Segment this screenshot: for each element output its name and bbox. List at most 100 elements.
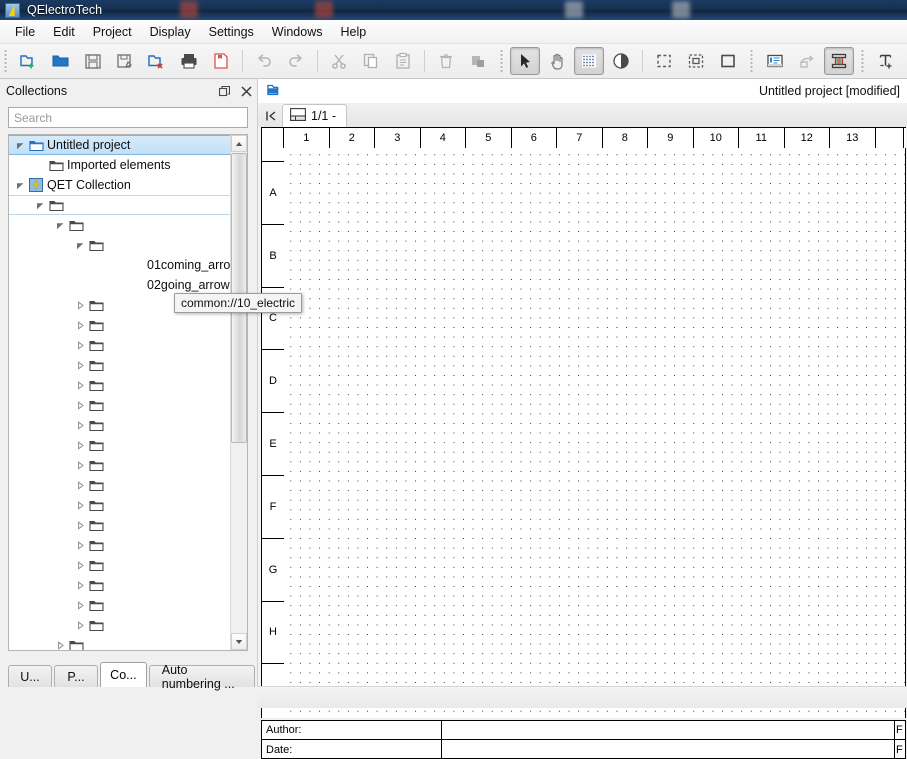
rotate-texts-button[interactable]	[792, 47, 822, 75]
tab-collections[interactable]: Co...	[100, 662, 147, 687]
save-as-button[interactable]	[110, 47, 140, 75]
chevron-right-icon[interactable]	[73, 495, 87, 515]
chevron-right-icon[interactable]	[73, 315, 87, 335]
tree-item[interactable]	[9, 235, 230, 255]
add-text-button[interactable]	[871, 47, 901, 75]
select-tool-button[interactable]	[510, 47, 540, 75]
export-pdf-button[interactable]	[206, 47, 236, 75]
chevron-right-icon[interactable]	[73, 555, 87, 575]
chevron-right-icon[interactable]	[73, 395, 87, 415]
tree-item[interactable]	[9, 335, 230, 355]
tree-item[interactable]: Imported elements	[9, 155, 230, 175]
tree-item[interactable]: 01coming_arrow.elmt	[9, 255, 230, 275]
select-none-button[interactable]	[713, 47, 743, 75]
chevron-right-icon[interactable]	[73, 575, 87, 595]
chevron-down-icon[interactable]	[73, 235, 87, 255]
chevron-right-icon[interactable]	[73, 535, 87, 555]
title-block[interactable]: Author: Date: F F	[261, 720, 906, 759]
chevron-right-icon[interactable]	[73, 335, 87, 355]
toolbar-grip[interactable]	[749, 48, 756, 74]
tree-item[interactable]	[9, 395, 230, 415]
tree-item[interactable]	[9, 495, 230, 515]
select-invert-button[interactable]	[681, 47, 711, 75]
tree-item[interactable]	[9, 555, 230, 575]
menu-display[interactable]: Display	[141, 22, 200, 42]
tab-undo[interactable]: U...	[8, 665, 52, 687]
chevron-down-icon[interactable]	[13, 135, 27, 155]
chevron-right-icon[interactable]	[73, 515, 87, 535]
chevron-right-icon[interactable]	[73, 595, 87, 615]
scroll-up-arrow-icon[interactable]	[231, 135, 247, 152]
toolbar-grip[interactable]	[499, 48, 506, 74]
menu-settings[interactable]: Settings	[200, 22, 263, 42]
save-button[interactable]	[78, 47, 108, 75]
copy-button[interactable]	[356, 47, 386, 75]
page-tab-1[interactable]: 1/1 -	[282, 104, 347, 127]
chevron-right-icon[interactable]	[73, 475, 87, 495]
select-all-button[interactable]	[649, 47, 679, 75]
tree-item[interactable]	[9, 355, 230, 375]
tree-item[interactable]	[9, 315, 230, 335]
tab-project[interactable]: P...	[54, 665, 98, 687]
tree-item[interactable]: 02going_arrow.elmt	[9, 275, 230, 295]
pan-tool-button[interactable]	[542, 47, 572, 75]
chevron-right-icon[interactable]	[73, 615, 87, 635]
menu-file[interactable]: File	[6, 22, 44, 42]
chevron-right-icon[interactable]	[73, 295, 87, 315]
chevron-down-icon[interactable]	[53, 215, 67, 235]
redo-button[interactable]	[281, 47, 311, 75]
menu-windows[interactable]: Windows	[263, 22, 332, 42]
toolbar-grip[interactable]	[860, 48, 867, 74]
toolbar-grip[interactable]	[3, 48, 10, 74]
tree-item[interactable]	[9, 575, 230, 595]
dock-close-button[interactable]	[235, 81, 257, 101]
chevron-right-icon[interactable]	[73, 375, 87, 395]
ruler-row-A: A	[262, 162, 284, 225]
tree-item[interactable]	[9, 515, 230, 535]
tree-item[interactable]	[9, 435, 230, 455]
chevron-down-icon[interactable]	[33, 195, 47, 215]
terminal-strip-button[interactable]	[824, 47, 854, 75]
chevron-down-icon[interactable]	[13, 175, 27, 195]
tree-item[interactable]	[9, 415, 230, 435]
tree-item[interactable]	[9, 595, 230, 615]
search-input[interactable]	[8, 107, 248, 128]
menu-project[interactable]: Project	[84, 22, 141, 42]
open-project-button[interactable]	[46, 47, 76, 75]
add-image-button[interactable]	[903, 47, 907, 75]
tree-item[interactable]: Untitled project	[9, 135, 230, 155]
chevron-right-icon[interactable]	[73, 455, 87, 475]
dock-float-button[interactable]	[213, 81, 235, 101]
new-project-button[interactable]	[14, 47, 44, 75]
contrast-button[interactable]	[606, 47, 636, 75]
edit-folio-button[interactable]	[760, 47, 790, 75]
undo-button[interactable]	[249, 47, 279, 75]
tree-item[interactable]	[9, 635, 230, 650]
print-button[interactable]	[174, 47, 204, 75]
delete-button[interactable]	[431, 47, 461, 75]
menu-edit[interactable]: Edit	[44, 22, 84, 42]
chevron-right-icon[interactable]	[53, 635, 67, 650]
tab-auto-numbering[interactable]: Auto numbering ...	[149, 665, 255, 687]
tree-item[interactable]	[9, 475, 230, 495]
chevron-right-icon[interactable]	[73, 415, 87, 435]
grid-toggle-button[interactable]	[574, 47, 604, 75]
schematic-canvas[interactable]	[284, 148, 906, 718]
menu-help[interactable]: Help	[332, 22, 376, 42]
tree-item[interactable]	[9, 215, 230, 235]
tree-item[interactable]	[9, 195, 230, 215]
chevron-right-icon[interactable]	[73, 355, 87, 375]
tree-vertical-scrollbar[interactable]	[230, 135, 247, 650]
tree-item[interactable]	[9, 535, 230, 555]
tree-item[interactable]	[9, 615, 230, 635]
duplicate-button[interactable]	[463, 47, 493, 75]
paste-button[interactable]	[388, 47, 418, 75]
chevron-right-icon[interactable]	[73, 435, 87, 455]
scroll-down-arrow-icon[interactable]	[231, 633, 247, 650]
first-page-icon[interactable]	[260, 105, 282, 127]
tree-item[interactable]: QET Collection	[9, 175, 230, 195]
close-project-button[interactable]	[142, 47, 172, 75]
tree-item[interactable]	[9, 375, 230, 395]
tree-item[interactable]	[9, 455, 230, 475]
cut-button[interactable]	[324, 47, 354, 75]
